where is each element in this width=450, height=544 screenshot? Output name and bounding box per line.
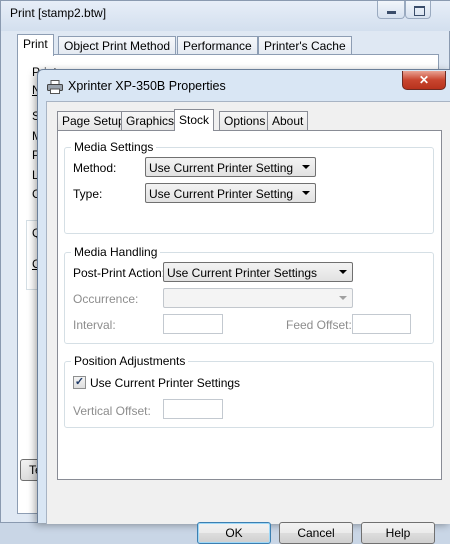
tab-options[interactable]: Options xyxy=(219,111,271,130)
post-print-action-dropdown[interactable]: Use Current Printer Settings xyxy=(163,262,353,282)
occurrence-label: Occurrence: xyxy=(73,292,139,306)
tab-about[interactable]: About xyxy=(267,111,309,130)
maximize-button[interactable] xyxy=(405,1,431,19)
tab-page-setup[interactable]: Page Setup xyxy=(57,111,130,130)
tab-print[interactable]: Print xyxy=(17,34,54,56)
post-print-action-label: Post-Print Action: xyxy=(73,266,166,280)
properties-dialog: Xprinter XP-350B Properties ✕ Page Setup… xyxy=(37,69,450,544)
chevron-down-icon xyxy=(339,296,347,300)
tab-performance[interactable]: Performance xyxy=(177,36,258,55)
interval-input[interactable] xyxy=(163,314,223,334)
close-icon: ✕ xyxy=(418,73,430,87)
vertical-offset-input[interactable] xyxy=(163,399,223,419)
type-dropdown[interactable]: Use Current Printer Setting xyxy=(145,183,316,203)
use-current-settings-label: Use Current Printer Settings xyxy=(90,376,241,390)
occurrence-dropdown[interactable] xyxy=(163,288,353,308)
media-handling-group: Media Handling Post-Print Action: Use Cu… xyxy=(64,245,434,344)
ok-button[interactable]: OK xyxy=(197,522,271,544)
tab-graphics[interactable]: Graphics xyxy=(121,111,180,130)
printer-icon xyxy=(47,80,63,94)
type-value: Use Current Printer Setting xyxy=(149,187,294,201)
use-current-settings-checkbox[interactable]: ✓ xyxy=(73,376,86,389)
position-adjustments-title: Position Adjustments xyxy=(71,354,189,368)
position-adjustments-group: Position Adjustments ✓ Use Current Print… xyxy=(64,354,434,428)
chevron-down-icon xyxy=(302,165,310,169)
vertical-offset-label: Vertical Offset: xyxy=(73,404,151,418)
tab-printers-cache[interactable]: Printer's Cache xyxy=(258,36,352,55)
chevron-down-icon xyxy=(339,270,347,274)
method-dropdown[interactable]: Use Current Printer Setting xyxy=(145,157,316,177)
method-value: Use Current Printer Setting xyxy=(149,161,294,175)
chevron-down-icon xyxy=(302,191,310,195)
tab-stock[interactable]: Stock xyxy=(174,109,215,131)
feed-offset-input[interactable] xyxy=(352,314,411,334)
help-button[interactable]: Help xyxy=(361,522,435,544)
stock-tab-panel: Media Settings Method: Use Current Print… xyxy=(57,130,442,480)
post-print-action-value: Use Current Printer Settings xyxy=(167,266,318,280)
tab-object-print-method[interactable]: Object Print Method xyxy=(58,36,177,55)
media-handling-title: Media Handling xyxy=(71,245,161,259)
dialog-body: Page Setup Graphics Stock Options About … xyxy=(46,101,450,544)
interval-label: Interval: xyxy=(73,318,116,332)
method-label: Method: xyxy=(73,161,117,175)
print-window-titlebar: Print [stamp2.btw] xyxy=(1,1,450,31)
media-settings-title: Media Settings xyxy=(71,140,157,154)
print-window-title: Print [stamp2.btw] xyxy=(10,6,107,20)
type-label: Type: xyxy=(73,187,103,201)
feed-offset-label: Feed Offset: xyxy=(286,318,352,332)
close-button[interactable]: ✕ xyxy=(402,71,446,90)
media-settings-group: Media Settings Method: Use Current Print… xyxy=(64,140,434,234)
cancel-button[interactable]: Cancel xyxy=(279,522,353,544)
minimize-button[interactable] xyxy=(377,1,405,19)
checkmark-icon: ✓ xyxy=(74,376,85,388)
dialog-title: Xprinter XP-350B Properties xyxy=(68,79,226,93)
